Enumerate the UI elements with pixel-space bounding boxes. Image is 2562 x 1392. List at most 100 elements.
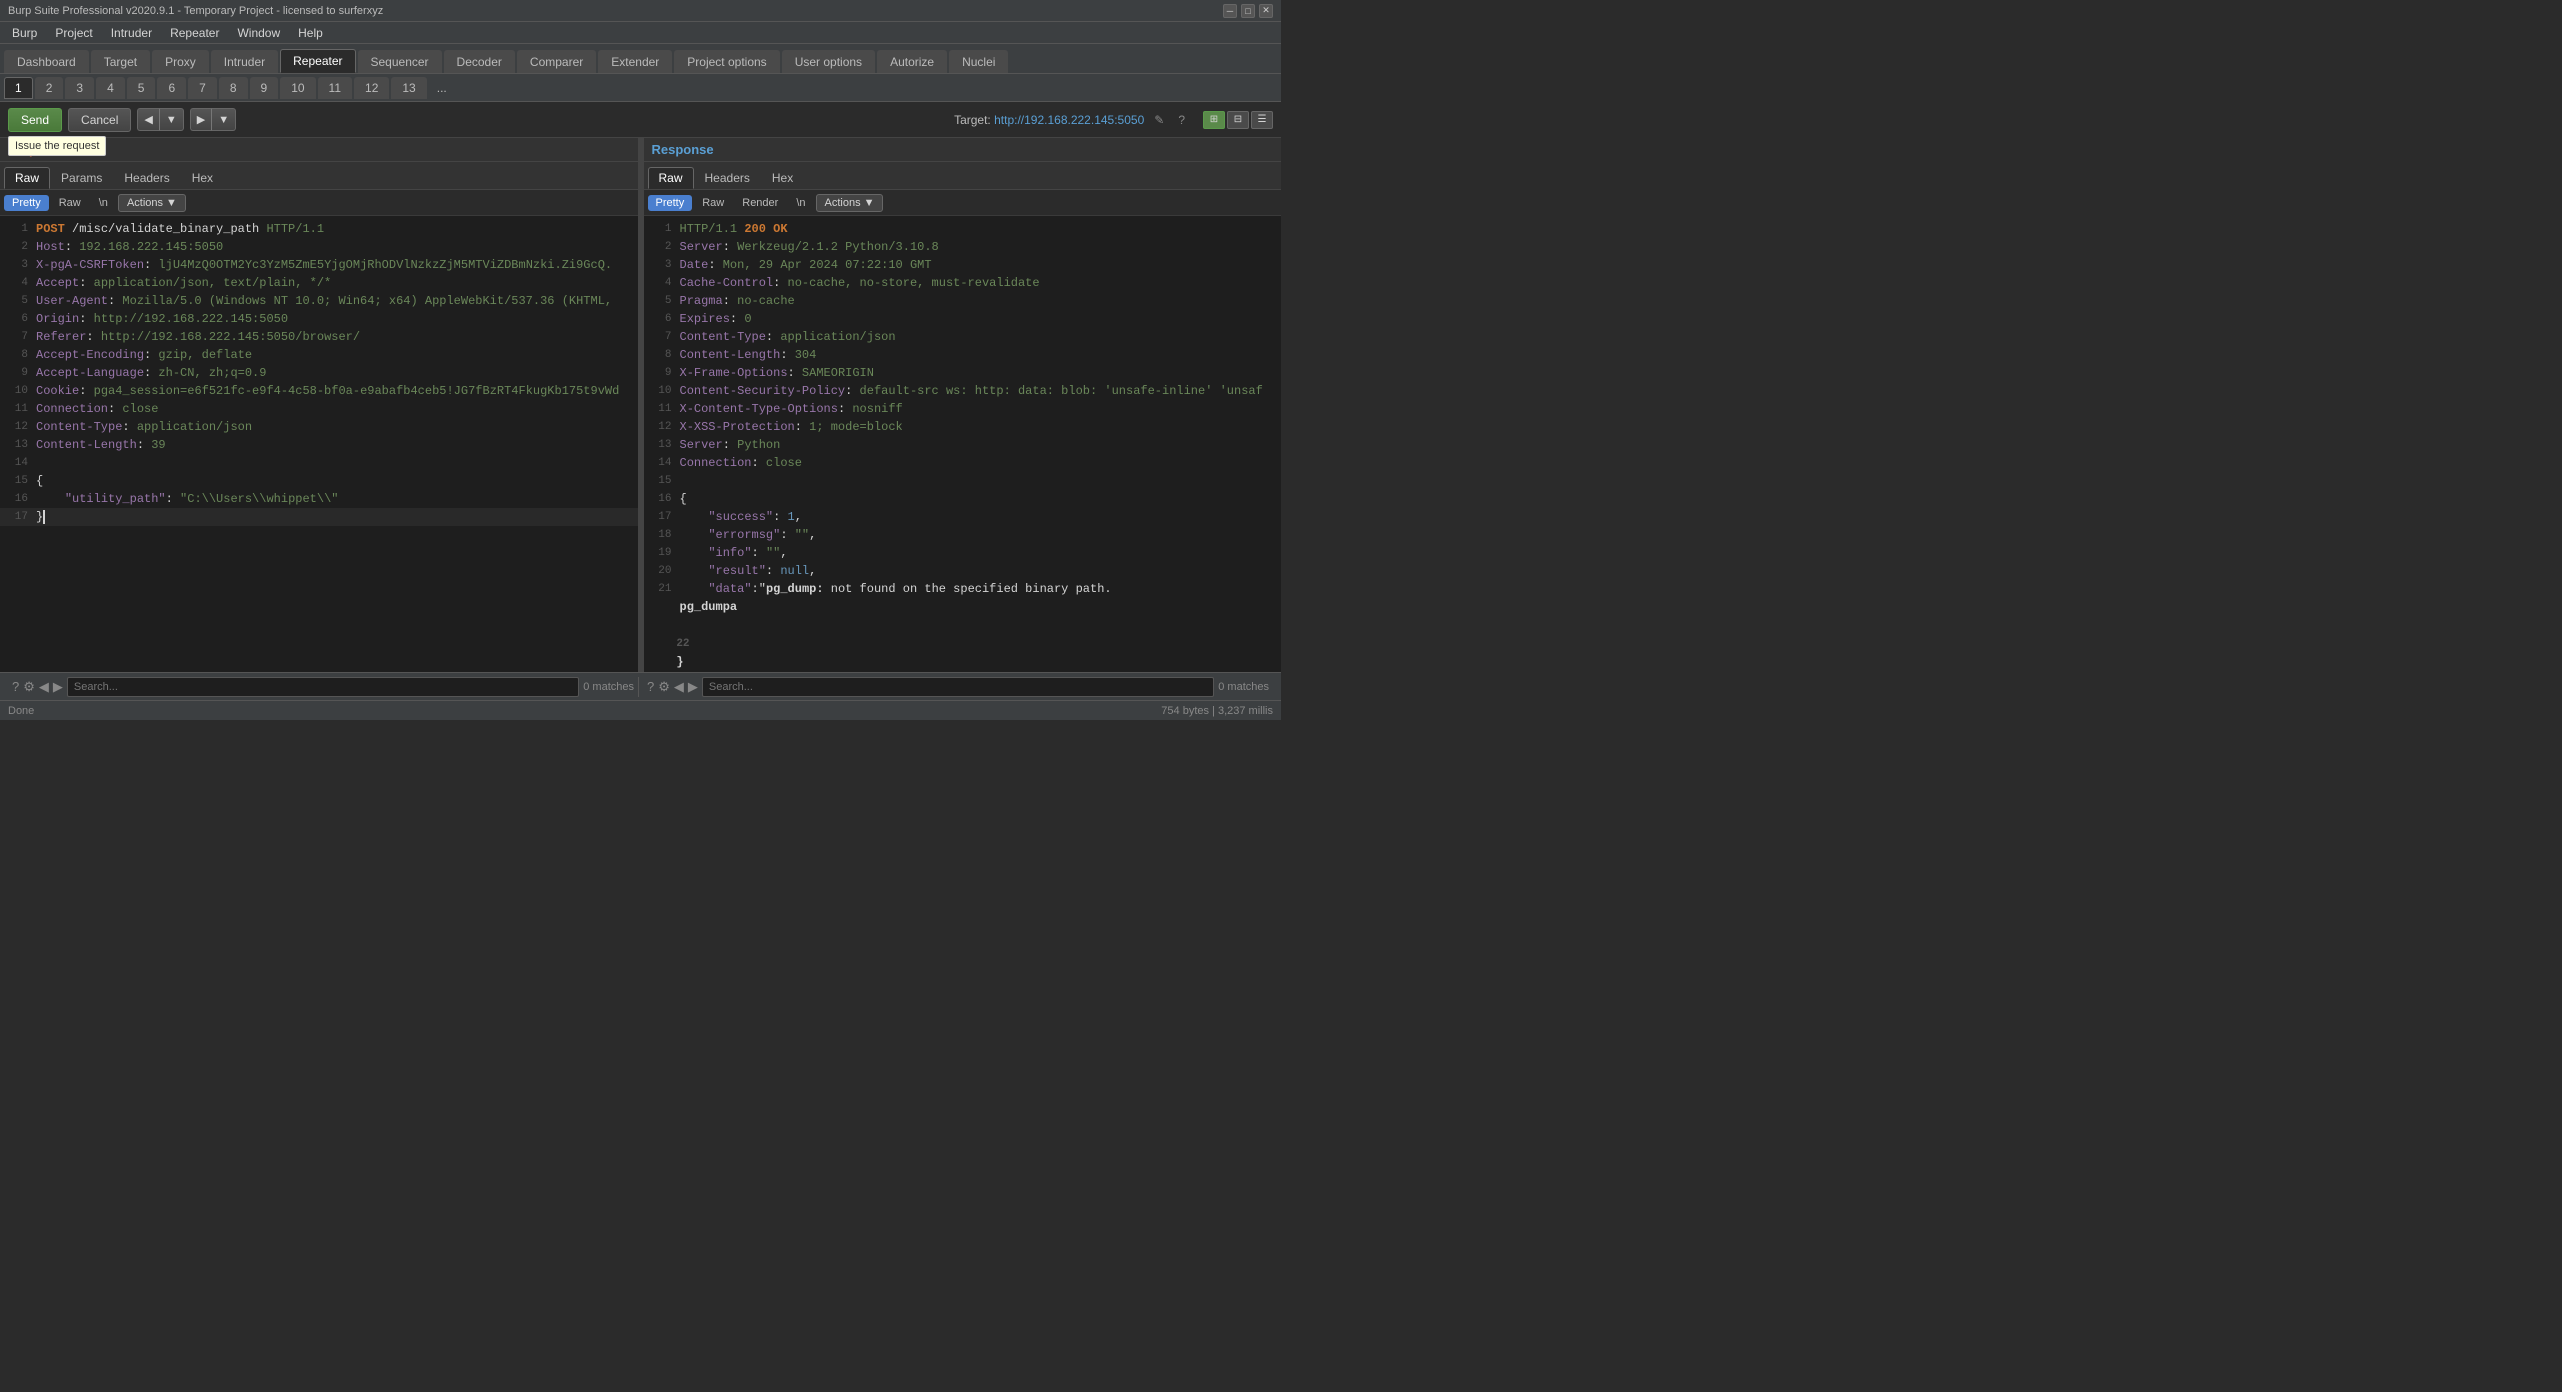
rep-tab-1[interactable]: 1 — [4, 77, 33, 99]
tab-intruder[interactable]: Intruder — [211, 50, 278, 73]
response-pretty-tab[interactable]: Pretty — [648, 195, 693, 211]
response-search-prev[interactable]: ◀ — [674, 679, 684, 695]
response-tab-headers[interactable]: Headers — [694, 167, 761, 189]
tab-repeater[interactable]: Repeater — [280, 49, 355, 73]
request-search-settings[interactable]: ⚙ — [23, 679, 35, 695]
tab-extender[interactable]: Extender — [598, 50, 672, 73]
rep-tab-6[interactable]: 6 — [157, 77, 186, 99]
response-raw-tab[interactable]: Raw — [694, 195, 732, 211]
edit-target-icon[interactable]: ✎ — [1150, 111, 1168, 129]
request-actions-button[interactable]: Actions ▼ — [118, 194, 186, 212]
tab-comparer[interactable]: Comparer — [517, 50, 596, 73]
response-code-area[interactable]: 1 HTTP/1.1 200 OK 2 Server: Werkzeug/2.1… — [644, 216, 1282, 672]
request-view-tabs: Raw Params Headers Hex — [0, 162, 638, 190]
request-search-panel: ? ⚙ ◀ ▶ 0 matches — [8, 677, 639, 697]
rep-tab-more[interactable]: ... — [429, 78, 455, 98]
request-matches: 0 matches — [583, 681, 634, 693]
request-newline-tab[interactable]: \n — [91, 195, 116, 211]
help-icon[interactable]: ? — [1174, 111, 1189, 129]
rep-tab-10[interactable]: 10 — [280, 77, 315, 99]
menu-repeater[interactable]: Repeater — [162, 24, 227, 42]
rep-tab-5[interactable]: 5 — [127, 77, 156, 99]
tab-nuclei[interactable]: Nuclei — [949, 50, 1008, 73]
request-line-10: 10 Cookie: pga4_session=e6f521fc-e9f4-4c… — [0, 382, 638, 400]
response-line-16: 16 { — [644, 490, 1282, 508]
request-tab-hex[interactable]: Hex — [181, 167, 224, 189]
response-line-15: 15 — [644, 472, 1282, 490]
response-line-14: 14 Connection: close — [644, 454, 1282, 472]
response-actions-label: Actions — [825, 197, 861, 209]
tab-sequencer[interactable]: Sequencer — [358, 50, 442, 73]
request-line-2: 2 Host: 192.168.222.145:5050 — [0, 238, 638, 256]
rep-tab-4[interactable]: 4 — [96, 77, 125, 99]
request-code-area[interactable]: 1 POST /misc/validate_binary_path HTTP/1… — [0, 216, 638, 672]
menu-project[interactable]: Project — [47, 24, 100, 42]
response-search-help[interactable]: ? — [647, 679, 654, 694]
tab-project-options[interactable]: Project options — [674, 50, 779, 73]
nav-forward-button[interactable]: ▶ — [190, 108, 211, 131]
request-search-next[interactable]: ▶ — [53, 679, 63, 695]
response-line-1: 1 HTTP/1.1 200 OK — [644, 220, 1282, 238]
request-line-3: 3 X-pgA-CSRFToken: ljU4MzQ0OTM2Yc3YzM5Zm… — [0, 256, 638, 274]
rep-tab-2[interactable]: 2 — [35, 77, 64, 99]
nav-back-button[interactable]: ◀ — [137, 108, 158, 131]
layout-stacked-icon[interactable]: ☰ — [1251, 111, 1273, 129]
menu-window[interactable]: Window — [229, 24, 288, 42]
response-editor-toolbar: Pretty Raw Render \n Actions ▼ — [644, 190, 1282, 216]
menu-intruder[interactable]: Intruder — [103, 24, 160, 42]
request-tab-params[interactable]: Params — [50, 167, 113, 189]
request-search-help[interactable]: ? — [12, 679, 19, 694]
rep-tab-13[interactable]: 13 — [391, 77, 426, 99]
response-tab-hex[interactable]: Hex — [761, 167, 804, 189]
request-search-input[interactable] — [67, 677, 579, 697]
response-line-5: 5 Pragma: no-cache — [644, 292, 1282, 310]
response-search-next[interactable]: ▶ — [688, 679, 698, 695]
menu-help[interactable]: Help — [290, 24, 331, 42]
response-line-18: 18 "errormsg": "", — [644, 526, 1282, 544]
tab-autorize[interactable]: Autorize — [877, 50, 947, 73]
status-text: Done — [8, 705, 34, 717]
rep-tab-3[interactable]: 3 — [65, 77, 94, 99]
layout-icons: ⊞ ⊟ ☰ — [1203, 111, 1273, 129]
request-line-7: 7 Referer: http://192.168.222.145:5050/b… — [0, 328, 638, 346]
main-content: Request Raw Params Headers Hex Pretty Ra… — [0, 138, 1281, 672]
rep-tab-9[interactable]: 9 — [250, 77, 279, 99]
response-tab-raw[interactable]: Raw — [648, 167, 694, 189]
response-code-content: 1 HTTP/1.1 200 OK 2 Server: Werkzeug/2.1… — [644, 216, 1282, 672]
window-controls: ─ □ ✕ — [1223, 4, 1273, 18]
close-button[interactable]: ✕ — [1259, 4, 1273, 18]
tab-decoder[interactable]: Decoder — [444, 50, 515, 73]
request-tab-headers[interactable]: Headers — [113, 167, 180, 189]
request-tab-raw[interactable]: Raw — [4, 167, 50, 189]
cancel-button[interactable]: Cancel — [68, 108, 131, 132]
request-line-9: 9 Accept-Language: zh-CN, zh;q=0.9 — [0, 364, 638, 382]
nav-back-dropdown[interactable]: ▼ — [159, 108, 184, 131]
rep-tab-7[interactable]: 7 — [188, 77, 217, 99]
response-actions-button[interactable]: Actions ▼ — [816, 194, 884, 212]
send-button[interactable]: Send — [8, 108, 62, 132]
tab-proxy[interactable]: Proxy — [152, 50, 209, 73]
response-search-panel: ? ⚙ ◀ ▶ 0 matches — [643, 677, 1273, 697]
layout-vertical-icon[interactable]: ⊟ — [1227, 111, 1249, 129]
rep-tab-8[interactable]: 8 — [219, 77, 248, 99]
response-render-tab[interactable]: Render — [734, 195, 786, 211]
request-raw-tab[interactable]: Raw — [51, 195, 89, 211]
tab-user-options[interactable]: User options — [782, 50, 875, 73]
nav-forward-dropdown[interactable]: ▼ — [211, 108, 236, 131]
response-line-8: 8 Content-Length: 304 — [644, 346, 1282, 364]
rep-tab-11[interactable]: 11 — [318, 77, 352, 99]
request-search-prev[interactable]: ◀ — [39, 679, 49, 695]
request-pretty-tab[interactable]: Pretty — [4, 195, 49, 211]
response-search-settings[interactable]: ⚙ — [658, 679, 670, 695]
tab-target[interactable]: Target — [91, 50, 150, 73]
response-newline-tab[interactable]: \n — [788, 195, 813, 211]
menu-burp[interactable]: Burp — [4, 24, 45, 42]
tab-dashboard[interactable]: Dashboard — [4, 50, 89, 73]
layout-horizontal-icon[interactable]: ⊞ — [1203, 111, 1225, 129]
response-search-input[interactable] — [702, 677, 1214, 697]
maximize-button[interactable]: □ — [1241, 4, 1255, 18]
titlebar: Burp Suite Professional v2020.9.1 - Temp… — [0, 0, 1281, 22]
request-line-12: 12 Content-Type: application/json — [0, 418, 638, 436]
minimize-button[interactable]: ─ — [1223, 4, 1237, 18]
rep-tab-12[interactable]: 12 — [354, 77, 389, 99]
